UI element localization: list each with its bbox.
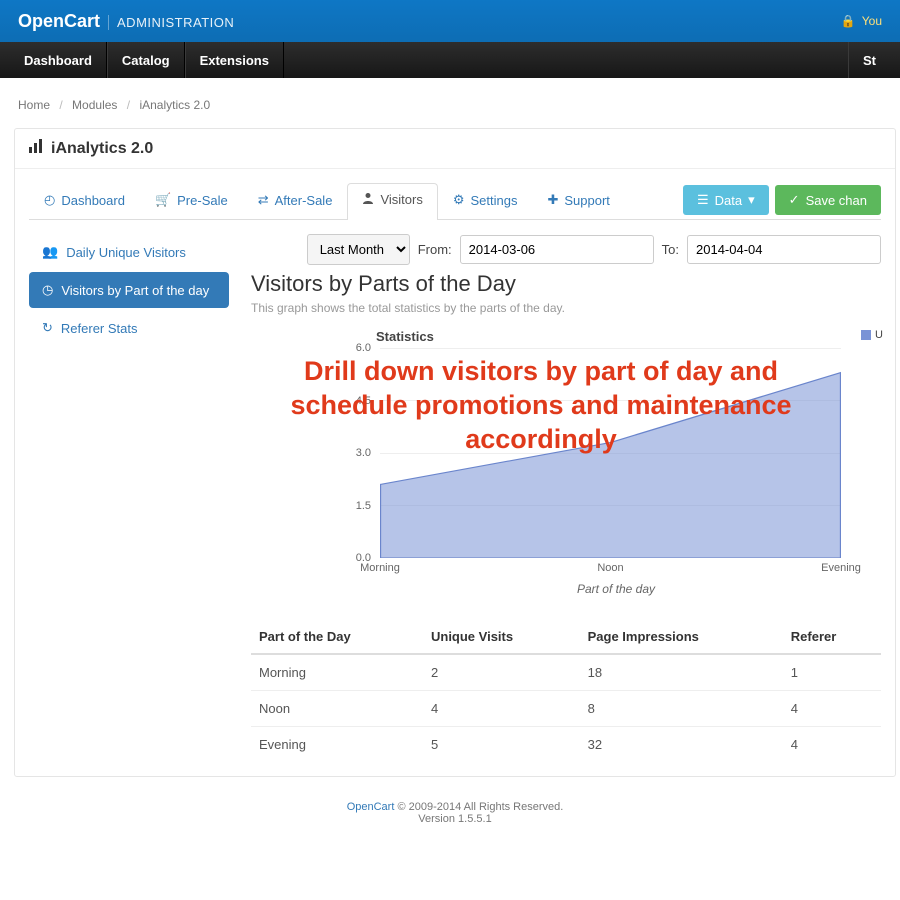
x-axis: MorningNoonEvening <box>380 560 841 578</box>
x-tick-label: Evening <box>821 562 861 574</box>
user-label: You <box>862 14 882 28</box>
controls-row: Last Month From: To: <box>251 234 881 265</box>
tab-support[interactable]: ✚Support <box>532 183 624 220</box>
main-nav: Dashboard Catalog Extensions St <box>0 42 900 78</box>
cart-icon: 🛒 <box>155 192 171 208</box>
chart: Statistics U 0.01.53.04.56.0 MorningNoon… <box>251 329 881 596</box>
table-header: Unique Visits <box>423 620 580 654</box>
footer: OpenCart © 2009-2014 All Rights Reserved… <box>14 777 896 843</box>
section-title: Visitors by Parts of the Day <box>251 271 881 297</box>
sidebar-item-label: Visitors by Part of the day <box>61 283 209 298</box>
table-header: Page Impressions <box>580 620 783 654</box>
chart-plot <box>380 348 841 558</box>
table-row: Morning2181 <box>251 654 881 691</box>
x-tick-label: Morning <box>360 562 400 574</box>
table-header: Referer <box>783 620 881 654</box>
tab-dashboard[interactable]: ◴Dashboard <box>29 183 140 220</box>
nav-extensions[interactable]: Extensions <box>185 42 284 78</box>
section-subtitle: This graph shows the total statistics by… <box>251 301 881 315</box>
lock-icon: 🔒 <box>841 14 856 28</box>
sidebar-item-parts[interactable]: ◷ Visitors by Part of the day <box>29 272 229 308</box>
from-label: From: <box>418 242 452 257</box>
table-row: Noon484 <box>251 691 881 727</box>
y-tick-label: 1.5 <box>356 500 371 512</box>
check-icon: ✓ <box>789 192 800 208</box>
save-button[interactable]: ✓Save chan <box>775 185 881 215</box>
sidebar-item-label: Referer Stats <box>61 321 138 336</box>
nav-dashboard[interactable]: Dashboard <box>10 42 107 78</box>
clock-icon: ◷ <box>42 282 53 298</box>
tab-visitors[interactable]: Visitors <box>347 183 437 220</box>
brand: OpenCart ADMINISTRATION <box>18 11 234 32</box>
topbar-user[interactable]: 🔒 You <box>841 14 882 28</box>
main-content: Last Month From: To: Visitors by Parts o… <box>229 234 881 762</box>
crumb-current[interactable]: iAnalytics 2.0 <box>139 98 210 112</box>
to-date-input[interactable] <box>687 235 881 264</box>
plus-icon: ✚ <box>547 192 558 208</box>
from-date-input[interactable] <box>460 235 654 264</box>
transfer-icon: ⇄ <box>258 192 269 208</box>
people-icon: 👥 <box>42 244 58 260</box>
legend-swatch <box>861 330 871 340</box>
table-row: Evening5324 <box>251 727 881 763</box>
to-label: To: <box>662 242 679 257</box>
table-header: Part of the Day <box>251 620 423 654</box>
stats-icon <box>29 139 43 158</box>
x-tick-label: Noon <box>597 562 623 574</box>
dashboard-icon: ◴ <box>44 192 55 208</box>
main-panel: iAnalytics 2.0 ◴Dashboard 🛒Pre-Sale ⇄Aft… <box>14 128 896 777</box>
caret-down-icon: ▾ <box>748 192 755 208</box>
tabs: ◴Dashboard 🛒Pre-Sale ⇄After-Sale Visitor… <box>29 183 881 220</box>
brand-subtitle: ADMINISTRATION <box>108 15 234 30</box>
y-tick-label: 4.5 <box>356 395 371 407</box>
crumb-modules[interactable]: Modules <box>72 98 117 112</box>
y-tick-label: 3.0 <box>356 447 371 459</box>
nav-catalog[interactable]: Catalog <box>107 42 185 78</box>
stats-table: Part of the DayUnique VisitsPage Impress… <box>251 620 881 762</box>
gear-icon: ⚙ <box>453 192 465 208</box>
sidebar-item-daily[interactable]: 👥 Daily Unique Visitors <box>29 234 229 270</box>
tab-aftersale[interactable]: ⇄After-Sale <box>243 183 348 220</box>
data-button[interactable]: ☰Data▾ <box>683 185 769 215</box>
sidebar: 👥 Daily Unique Visitors ◷ Visitors by Pa… <box>29 234 229 762</box>
tab-presale[interactable]: 🛒Pre-Sale <box>140 183 243 220</box>
sidebar-item-label: Daily Unique Visitors <box>66 245 186 260</box>
footer-link[interactable]: OpenCart <box>347 801 395 813</box>
tab-settings[interactable]: ⚙Settings <box>438 183 533 220</box>
chart-title: Statistics <box>376 329 881 344</box>
crumb-home[interactable]: Home <box>18 98 50 112</box>
nav-right[interactable]: St <box>848 42 890 78</box>
x-axis-title: Part of the day <box>351 582 881 596</box>
link-icon: ↻ <box>42 320 53 336</box>
topbar: OpenCart ADMINISTRATION 🔒 You <box>0 0 900 42</box>
y-tick-label: 6.0 <box>356 342 371 354</box>
footer-version: Version 1.5.5.1 <box>418 813 491 825</box>
user-icon <box>362 192 374 207</box>
period-select[interactable]: Last Month <box>307 234 410 265</box>
sidebar-item-referer[interactable]: ↻ Referer Stats <box>29 310 229 346</box>
list-icon: ☰ <box>697 192 709 208</box>
brand-logo: OpenCart <box>18 11 100 32</box>
breadcrumb: Home / Modules / iAnalytics 2.0 <box>14 92 896 128</box>
panel-title: iAnalytics 2.0 <box>15 129 895 169</box>
chart-legend: U <box>861 329 883 341</box>
y-axis: 0.01.53.04.56.0 <box>265 348 377 558</box>
